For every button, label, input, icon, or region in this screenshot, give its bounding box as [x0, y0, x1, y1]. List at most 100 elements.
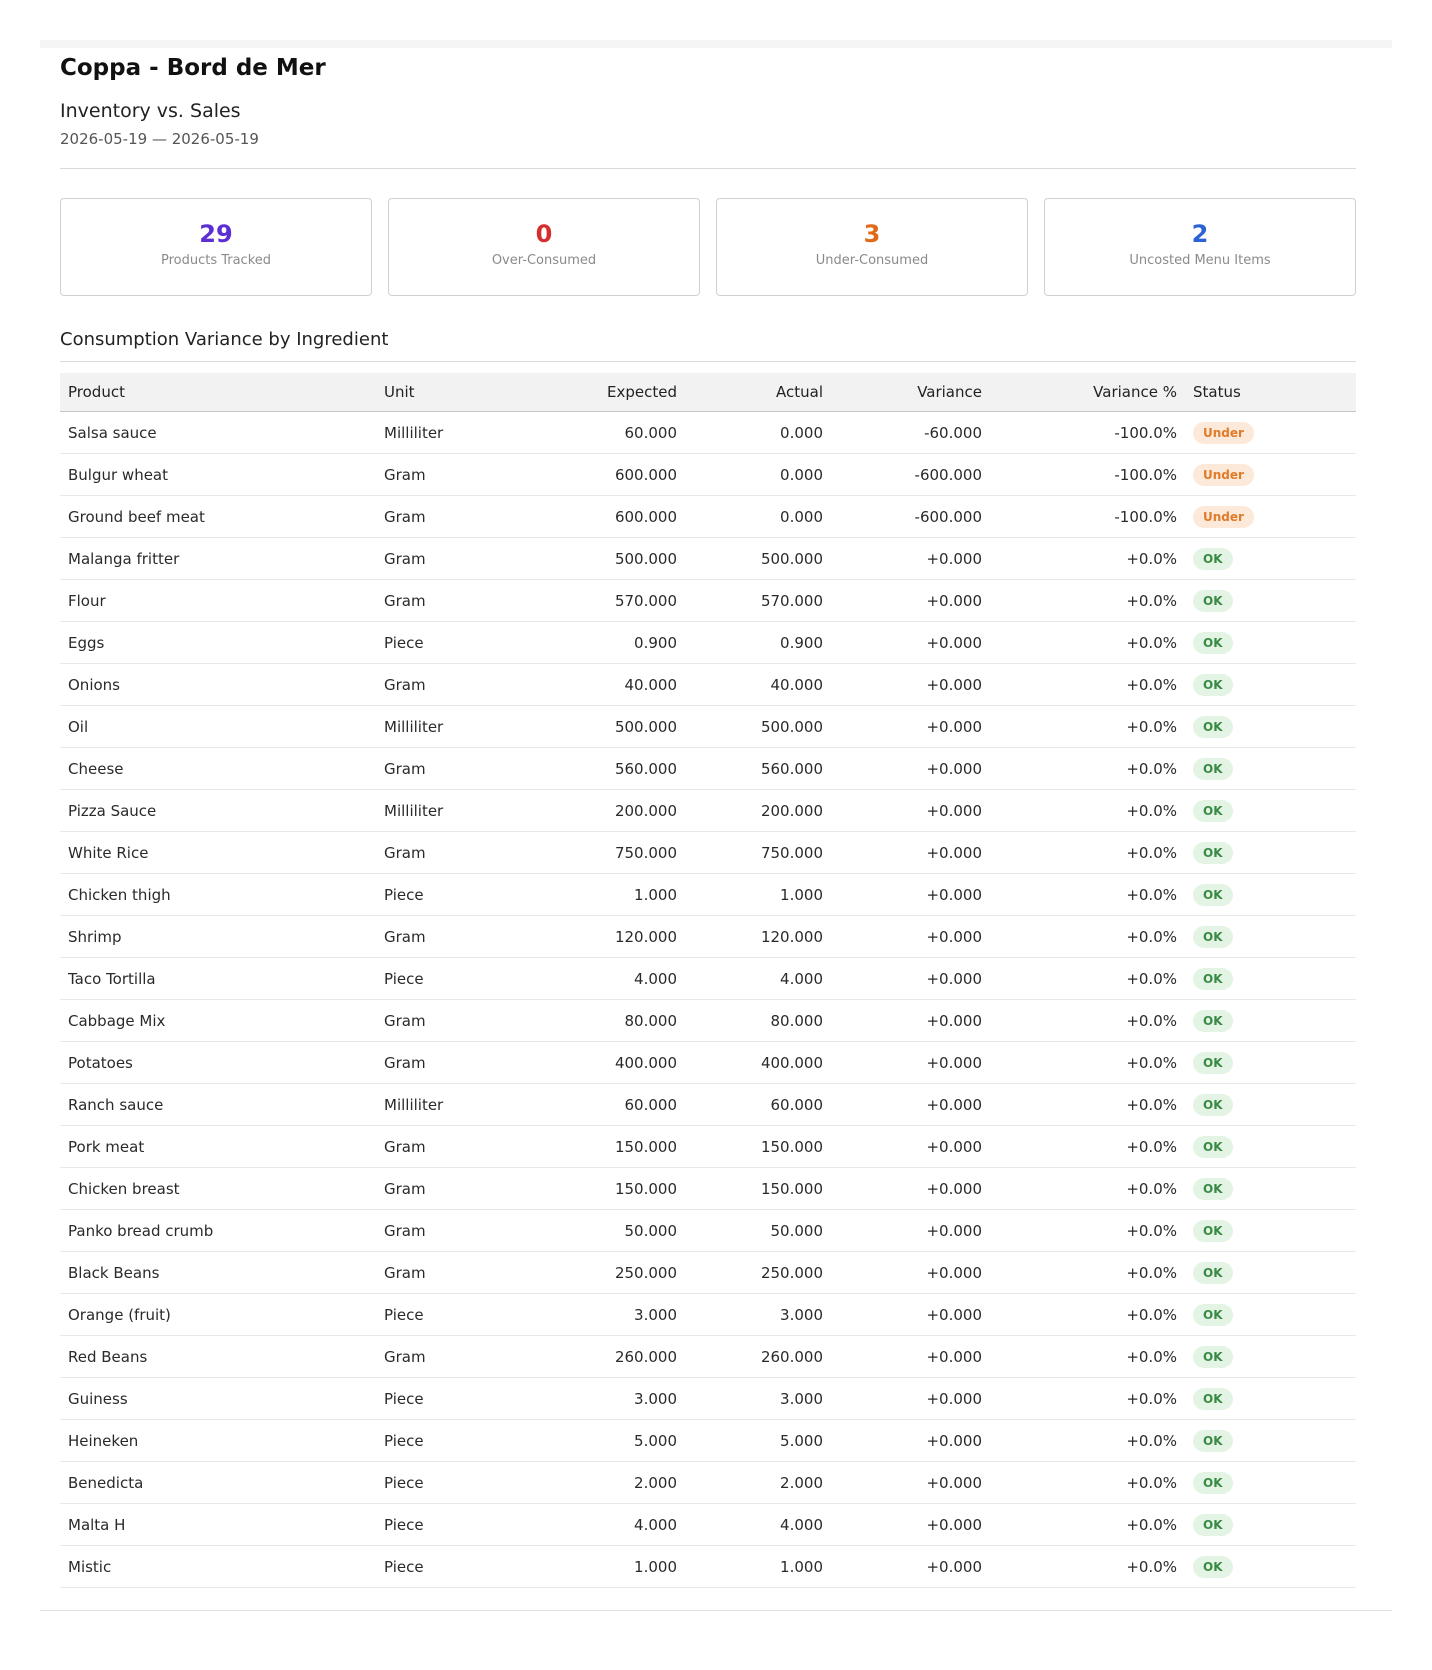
- status-cell: OK: [1185, 1209, 1356, 1252]
- actual-cell: 1.000: [685, 1545, 831, 1588]
- table-row: Red Beans Gram 260.000 260.000 +0.000 +0.0% OK: [60, 1335, 1356, 1378]
- variance-pct-cell: +0.0%: [990, 747, 1185, 790]
- product-cell: Pork meat: [60, 1125, 376, 1168]
- unit-cell: Gram: [376, 579, 546, 622]
- unit-cell: Gram: [376, 999, 546, 1042]
- variance-pct-cell: +0.0%: [990, 999, 1185, 1042]
- table-row: Ranch sauce Milliliter 60.000 60.000 +0.000 +…: [60, 1083, 1356, 1126]
- table-row: Cheese Gram 560.000 560.000 +0.000 +0.0% OK: [60, 747, 1356, 790]
- status-cell: OK: [1185, 1293, 1356, 1336]
- status-cell: OK: [1185, 1461, 1356, 1504]
- product-cell: Chicken breast: [60, 1167, 376, 1210]
- table-row: White Rice Gram 750.000 750.000 +0.000 +0.0% O…: [60, 831, 1356, 874]
- stat-card-under-consumed: 3 Under-Consumed: [716, 198, 1028, 296]
- status-cell: OK: [1185, 1125, 1356, 1168]
- status-cell: OK: [1185, 537, 1356, 580]
- expected-cell: 570.000: [546, 579, 685, 622]
- unit-cell: Milliliter: [376, 411, 546, 454]
- unit-cell: Gram: [376, 1209, 546, 1252]
- variance-cell: +0.000: [831, 1335, 990, 1378]
- table-row: Taco Tortilla Piece 4.000 4.000 +0.000 +0.0% O…: [60, 957, 1356, 1000]
- unit-cell: Gram: [376, 1251, 546, 1294]
- actual-cell: 40.000: [685, 663, 831, 706]
- unit-cell: Piece: [376, 1293, 546, 1336]
- actual-cell: 50.000: [685, 1209, 831, 1252]
- expected-cell: 1.000: [546, 873, 685, 916]
- unit-cell: Piece: [376, 1503, 546, 1546]
- product-cell: Ranch sauce: [60, 1083, 376, 1126]
- col-header-variance-pct[interactable]: Variance %: [990, 373, 1185, 412]
- status-badge: OK: [1193, 715, 1233, 738]
- variance-cell: +0.000: [831, 1167, 990, 1210]
- variance-pct-cell: +0.0%: [990, 663, 1185, 706]
- actual-cell: 500.000: [685, 537, 831, 580]
- variance-cell: +0.000: [831, 1041, 990, 1084]
- unit-cell: Piece: [376, 1377, 546, 1420]
- product-cell: Panko bread crumb: [60, 1209, 376, 1252]
- col-header-variance[interactable]: Variance: [831, 373, 990, 412]
- status-badge: OK: [1193, 1471, 1233, 1494]
- unit-cell: Milliliter: [376, 1083, 546, 1126]
- expected-cell: 0.900: [546, 621, 685, 664]
- bottom-divider: [40, 1610, 1392, 1611]
- variance-cell: +0.000: [831, 1251, 990, 1294]
- status-badge: OK: [1193, 841, 1233, 864]
- expected-cell: 3.000: [546, 1293, 685, 1336]
- variance-pct-cell: +0.0%: [990, 1503, 1185, 1546]
- variance-cell: -600.000: [831, 453, 990, 496]
- variance-pct-cell: -100.0%: [990, 453, 1185, 496]
- variance-cell: +0.000: [831, 999, 990, 1042]
- variance-cell: +0.000: [831, 1377, 990, 1420]
- unit-cell: Gram: [376, 663, 546, 706]
- status-badge: OK: [1193, 1345, 1233, 1368]
- col-header-actual[interactable]: Actual: [685, 373, 831, 412]
- status-cell: OK: [1185, 1041, 1356, 1084]
- expected-cell: 500.000: [546, 537, 685, 580]
- product-cell: Chicken thigh: [60, 873, 376, 916]
- variance-pct-cell: +0.0%: [990, 1167, 1185, 1210]
- expected-cell: 5.000: [546, 1419, 685, 1462]
- status-cell: OK: [1185, 1335, 1356, 1378]
- actual-cell: 60.000: [685, 1083, 831, 1126]
- table-row: Black Beans Gram 250.000 250.000 +0.000 +0.0%…: [60, 1251, 1356, 1294]
- col-header-unit[interactable]: Unit: [376, 373, 546, 412]
- status-badge: OK: [1193, 1513, 1233, 1536]
- expected-cell: 560.000: [546, 747, 685, 790]
- col-header-product[interactable]: Product: [60, 373, 376, 412]
- status-cell: OK: [1185, 705, 1356, 748]
- product-cell: Malta H: [60, 1503, 376, 1546]
- expected-cell: 50.000: [546, 1209, 685, 1252]
- table-row: Benedicta Piece 2.000 2.000 +0.000 +0.0% OK: [60, 1461, 1356, 1504]
- actual-cell: 260.000: [685, 1335, 831, 1378]
- col-header-status[interactable]: Status: [1185, 373, 1356, 412]
- col-header-expected[interactable]: Expected: [546, 373, 685, 412]
- product-cell: Black Beans: [60, 1251, 376, 1294]
- expected-cell: 120.000: [546, 915, 685, 958]
- variance-cell: +0.000: [831, 873, 990, 916]
- unit-cell: Gram: [376, 453, 546, 496]
- unit-cell: Gram: [376, 1167, 546, 1210]
- actual-cell: 80.000: [685, 999, 831, 1042]
- table-header-row: Product Unit Expected Actual Variance Va…: [60, 373, 1356, 412]
- product-cell: Red Beans: [60, 1335, 376, 1378]
- status-badge: OK: [1193, 1387, 1233, 1410]
- expected-cell: 250.000: [546, 1251, 685, 1294]
- status-badge: OK: [1193, 1555, 1233, 1578]
- variance-cell: +0.000: [831, 1503, 990, 1546]
- expected-cell: 80.000: [546, 999, 685, 1042]
- status-cell: Under: [1185, 411, 1356, 454]
- table-row: Chicken breast Gram 150.000 150.000 +0.000 +0…: [60, 1167, 1356, 1210]
- table-row: Flour Gram 570.000 570.000 +0.000 +0.0% OK: [60, 579, 1356, 622]
- variance-cell: +0.000: [831, 1125, 990, 1168]
- variance-pct-cell: +0.0%: [990, 915, 1185, 958]
- table-row: Orange (fruit) Piece 3.000 3.000 +0.000 +0.0%…: [60, 1293, 1356, 1336]
- status-badge: OK: [1193, 589, 1233, 612]
- actual-cell: 750.000: [685, 831, 831, 874]
- table-row: Mistic Piece 1.000 1.000 +0.000 +0.0% OK: [60, 1545, 1356, 1588]
- status-badge: OK: [1193, 1135, 1233, 1158]
- actual-cell: 560.000: [685, 747, 831, 790]
- section-divider: [60, 361, 1356, 362]
- status-badge: Under: [1193, 505, 1254, 528]
- variance-cell: +0.000: [831, 621, 990, 664]
- product-cell: Shrimp: [60, 915, 376, 958]
